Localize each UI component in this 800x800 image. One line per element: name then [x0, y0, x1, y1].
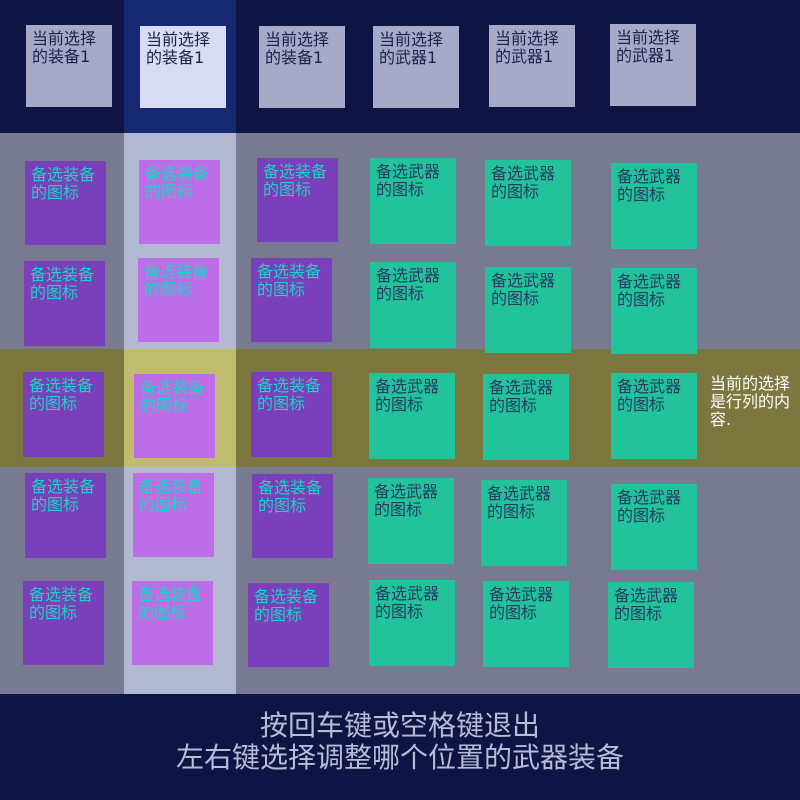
current-weapon-slot-6[interactable]: 当前选择的武器1	[610, 24, 696, 106]
candidate-weapon-icon-r1-c5[interactable]: 备选武器的图标	[485, 160, 571, 246]
candidate-weapon-icon-r3-c6[interactable]: 备选武器的图标	[611, 373, 697, 459]
candidate-equipment-icon-r2-c1[interactable]: 备选装备的图标	[24, 261, 105, 346]
candidate-equipment-icon-r5-c3[interactable]: 备选装备的图标	[248, 583, 329, 667]
current-equipment-slot-3[interactable]: 当前选择的装备1	[259, 26, 345, 108]
candidate-weapon-icon-r2-c5[interactable]: 备选武器的图标	[485, 267, 571, 353]
candidate-weapon-icon-r3-c5[interactable]: 备选武器的图标	[483, 374, 569, 460]
candidate-equipment-icon-r4-c3[interactable]: 备选装备的图标	[252, 474, 333, 558]
candidate-weapon-icon-r2-c6[interactable]: 备选武器的图标	[611, 268, 697, 354]
candidate-weapon-icon-r4-c5[interactable]: 备选武器的图标	[481, 480, 567, 566]
row-selection-note: 当前的选择是行列的内容.	[710, 374, 791, 429]
candidate-weapon-icon-r3-c4[interactable]: 备选武器的图标	[369, 373, 455, 459]
candidate-weapon-icon-r4-c4[interactable]: 备选武器的图标	[368, 478, 454, 564]
candidate-equipment-icon-r5-c2[interactable]: 备选装备的图标	[132, 581, 213, 665]
candidate-equipment-icon-r2-c2[interactable]: 备选装备的图标	[138, 258, 219, 342]
candidate-weapon-icon-r1-c6[interactable]: 备选武器的图标	[611, 163, 697, 249]
candidate-equipment-icon-r1-c1[interactable]: 备选装备的图标	[25, 161, 106, 245]
instruction-exit: 按回车键或空格键退出	[259, 709, 540, 742]
candidate-weapon-icon-r5-c5[interactable]: 备选武器的图标	[483, 581, 569, 667]
candidate-equipment-icon-r3-c3[interactable]: 备选装备的图标	[251, 372, 332, 457]
current-weapon-slot-5[interactable]: 当前选择的武器1	[489, 25, 575, 107]
current-weapon-slot-4[interactable]: 当前选择的武器1	[373, 26, 459, 108]
candidate-equipment-icon-r3-c1[interactable]: 备选装备的图标	[23, 372, 104, 457]
candidate-equipment-icon-r4-c1[interactable]: 备选装备的图标	[25, 473, 106, 558]
candidate-weapon-icon-r5-c4[interactable]: 备选武器的图标	[369, 580, 455, 666]
candidate-equipment-icon-r3-c2[interactable]: 备选装备的图标	[134, 374, 215, 458]
candidate-weapon-icon-r4-c6[interactable]: 备选武器的图标	[611, 484, 697, 570]
instruction-navigate: 左右键选择调整哪个位置的武器装备	[175, 741, 624, 774]
candidate-weapon-icon-r2-c4[interactable]: 备选武器的图标	[370, 262, 456, 348]
current-equipment-slot-2[interactable]: 当前选择的装备1	[140, 26, 226, 108]
instructions-footer: 按回车键或空格键退出 左右键选择调整哪个位置的武器装备	[0, 710, 800, 774]
candidate-equipment-icon-r2-c3[interactable]: 备选装备的图标	[251, 258, 332, 342]
current-equipment-slot-1[interactable]: 当前选择的装备1	[26, 25, 112, 107]
candidate-equipment-icon-r5-c1[interactable]: 备选装备的图标	[23, 581, 104, 665]
candidate-equipment-icon-r1-c3[interactable]: 备选装备的图标	[257, 158, 338, 242]
candidate-equipment-icon-r4-c2[interactable]: 备选装备的图标	[133, 473, 214, 557]
candidate-equipment-icon-r1-c2[interactable]: 备选装备的图标	[139, 160, 220, 244]
candidate-weapon-icon-r5-c6[interactable]: 备选武器的图标	[608, 582, 694, 668]
candidate-weapon-icon-r1-c4[interactable]: 备选武器的图标	[370, 158, 456, 244]
